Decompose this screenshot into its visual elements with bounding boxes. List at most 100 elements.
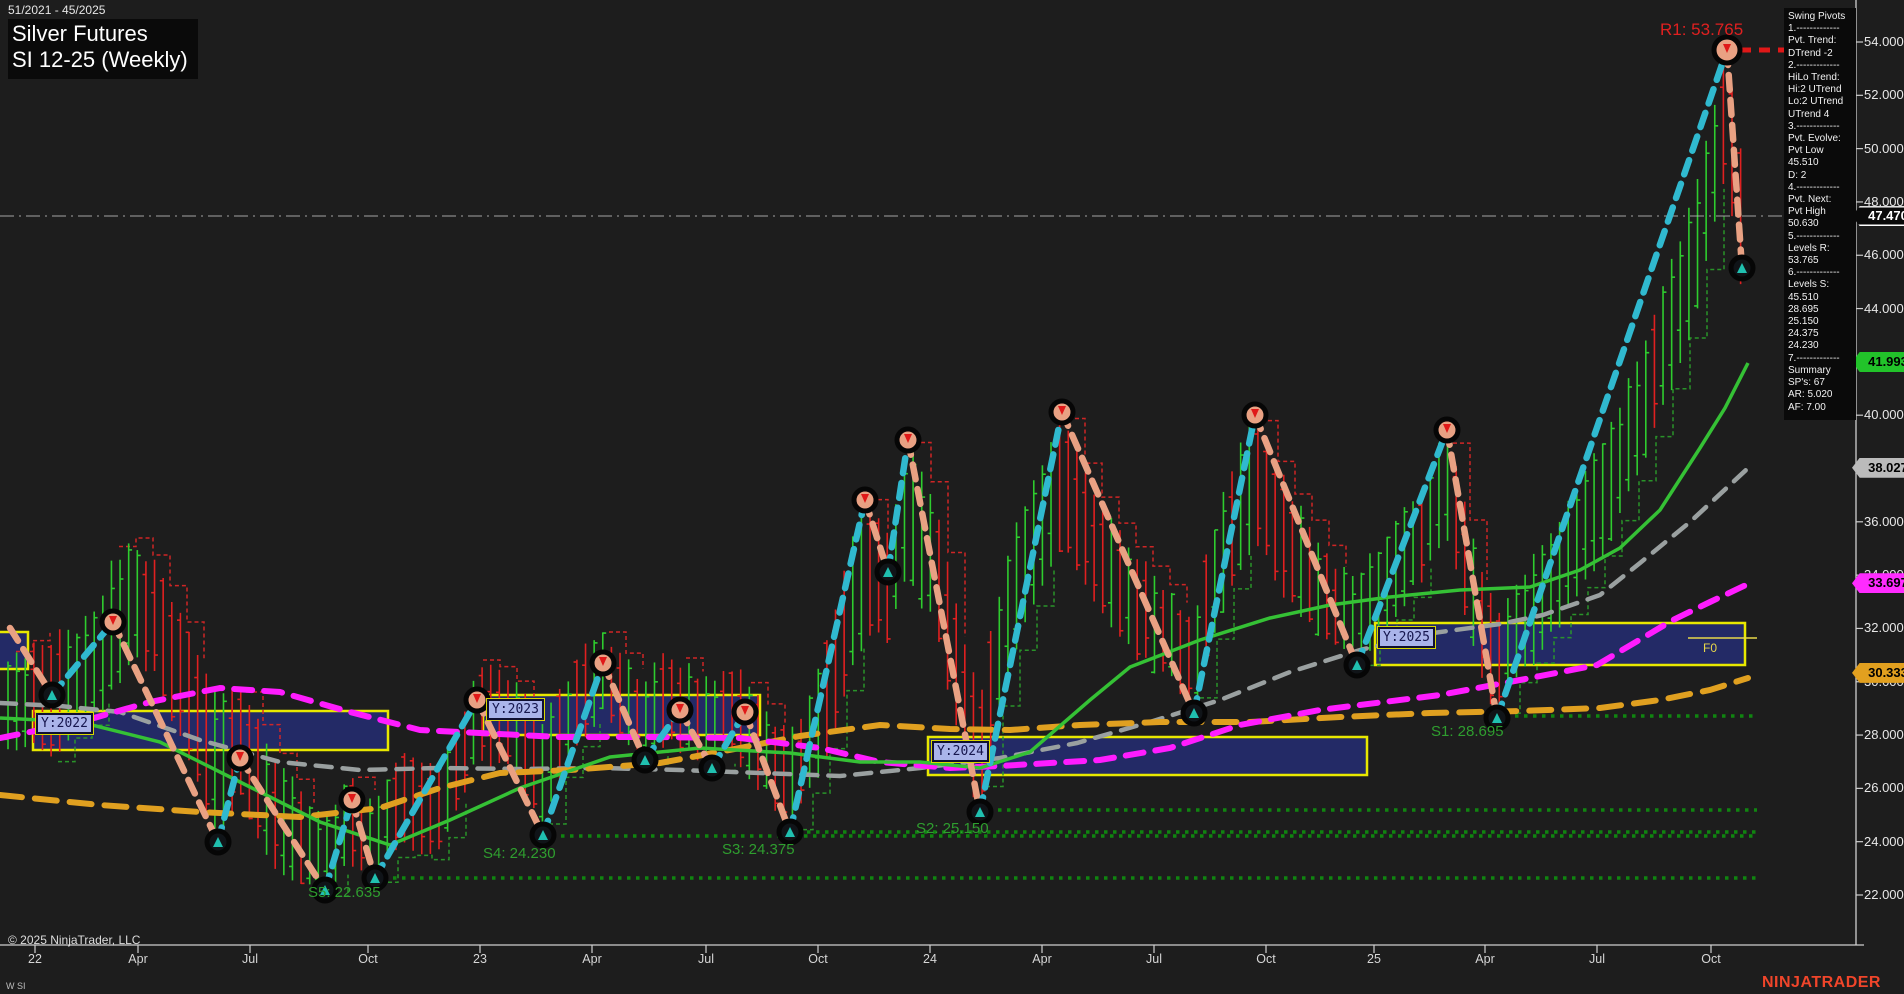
r1-resistance-label: R1: 53.765 bbox=[1660, 20, 1744, 39]
swing-leg-down bbox=[1723, 46, 1746, 272]
time-tick-label: Jul bbox=[242, 952, 258, 966]
swing-pivots-panel-line: HiLo Trend: bbox=[1788, 72, 1840, 84]
swing-pivots-panel-line: 25.150 bbox=[1788, 316, 1819, 328]
time-tick-label: 23 bbox=[473, 952, 487, 966]
stop-steps-up bbox=[796, 648, 865, 831]
instrument-name: Silver Futures bbox=[12, 21, 148, 46]
support-level-label: S1: 28.695 bbox=[1431, 723, 1504, 740]
swing-pivots-panel-line: Hi:2 UTrend bbox=[1788, 84, 1842, 96]
stop-steps-down bbox=[358, 776, 376, 790]
swing-pivots-panel-line: Pvt. Evolve: bbox=[1788, 133, 1841, 145]
swing-pivots-panel-line: Levels R: bbox=[1788, 242, 1830, 254]
time-tick-label: 24 bbox=[923, 952, 937, 966]
price-tick-label: 54.000 bbox=[1864, 34, 1904, 49]
swing-pivots-panel-line: 7.------------- bbox=[1788, 352, 1840, 364]
swing-pivots-panel-line: 45.510 bbox=[1788, 157, 1819, 169]
price-tick-label: 24.000 bbox=[1864, 833, 1904, 849]
swing-pivots-panel: Swing Pivots 1.------------- Pvt. Trend: DT… bbox=[1784, 8, 1856, 420]
swing-pivots-panel-line: 3.------------- bbox=[1788, 120, 1840, 132]
swing-pivots-panel-line: 6.------------- bbox=[1788, 267, 1840, 279]
copyright-text: © 2025 NinjaTrader, LLC bbox=[8, 933, 141, 947]
time-tick-label: 22 bbox=[28, 952, 42, 966]
swing-pivots-panel-line: Pvt Low bbox=[1788, 145, 1824, 157]
time-tick-label: Oct bbox=[808, 952, 828, 966]
swing-pivots-panel-line: D: 2 bbox=[1788, 169, 1807, 181]
time-tick-label: Oct bbox=[1701, 952, 1721, 966]
swing-pivots-panel-line: 2.------------- bbox=[1788, 59, 1840, 71]
swing-pivots-panel-line: Levels S: bbox=[1788, 279, 1830, 291]
year-box-label: Y:2022 bbox=[35, 712, 94, 735]
price-tick-label: 28.000 bbox=[1864, 727, 1904, 743]
swing-leg-up bbox=[371, 696, 481, 882]
ninjatrader-chart-window: 51/2021 - 45/2025 Silver Futures SI 12-2… bbox=[0, 0, 1904, 994]
support-level-label: S4: 24.230 bbox=[483, 845, 556, 862]
price-marker-tag: 38.027 bbox=[1852, 457, 1904, 478]
price-marker-tag: 41.993 bbox=[1852, 352, 1904, 373]
price-marker-tag: 30.333 bbox=[1852, 662, 1904, 683]
instrument-tag: W SI bbox=[6, 981, 26, 991]
time-tick-label: Jul bbox=[1589, 952, 1605, 966]
price-tick-label: 44.000 bbox=[1864, 300, 1904, 316]
swing-pivots-panel-line: DTrend -2 bbox=[1788, 47, 1833, 59]
support-level-label: S3: 24.375 bbox=[722, 841, 795, 858]
time-tick-label: Apr bbox=[582, 952, 602, 966]
price-tick-label: 26.000 bbox=[1864, 780, 1904, 796]
swing-leg-down bbox=[236, 754, 329, 894]
year-box-label: Y:2025 bbox=[1377, 626, 1436, 649]
swing-pivots-panel-line: Lo:2 UTrend bbox=[1788, 96, 1844, 108]
swing-leg-down bbox=[1443, 426, 1501, 722]
stop-steps-down bbox=[119, 537, 205, 659]
price-tick-label: 40.000 bbox=[1864, 407, 1904, 423]
price-tick-label: 22.000 bbox=[1864, 886, 1904, 902]
swing-pivots-panel-line: 24.375 bbox=[1788, 328, 1819, 340]
year-box-label: Y:2024 bbox=[931, 740, 990, 763]
swing-pivots-panel-line: Swing Pivots bbox=[1788, 11, 1846, 22]
price-marker-tag: 47.470 bbox=[1852, 206, 1904, 227]
swing-leg-up bbox=[48, 618, 117, 699]
swing-leg-down bbox=[1251, 411, 1361, 669]
time-tick-label: Jul bbox=[698, 952, 714, 966]
time-tick-label: Apr bbox=[1032, 952, 1052, 966]
swing-pivots-panel-line: 1.------------- bbox=[1788, 23, 1840, 35]
price-marker-tag: 33.697 bbox=[1852, 573, 1904, 594]
time-tick-label: Apr bbox=[128, 952, 148, 966]
swing-pivots-panel-line: AR: 5.020 bbox=[1788, 389, 1833, 401]
swing-pivots-panel-line: 45.510 bbox=[1788, 291, 1819, 303]
price-tick-label: 46.000 bbox=[1864, 247, 1904, 263]
support-level-label: S5: 22.635 bbox=[308, 884, 381, 901]
date-range-label: 51/2021 - 45/2025 bbox=[8, 3, 106, 17]
price-tick-label: 32.000 bbox=[1864, 620, 1904, 636]
time-tick-label: Oct bbox=[358, 952, 378, 966]
swing-pivots-panel-line: SP's: 67 bbox=[1788, 377, 1825, 389]
swing-pivots-panel-line: 53.765 bbox=[1788, 255, 1819, 267]
swing-pivots-panel-line: 28.695 bbox=[1788, 303, 1819, 315]
green-ma-line bbox=[0, 362, 1750, 847]
swing-pivots-panel-line: Pvt. Trend: bbox=[1788, 35, 1837, 47]
time-tick-label: Apr bbox=[1475, 952, 1495, 966]
f0-label: F0 bbox=[1703, 641, 1718, 655]
price-tick-label: 50.000 bbox=[1864, 140, 1904, 156]
time-tick-label: 25 bbox=[1367, 952, 1381, 966]
price-chart-canvas[interactable] bbox=[0, 0, 1904, 994]
price-tick-label: 36.000 bbox=[1864, 513, 1904, 529]
swing-leg-up bbox=[539, 659, 607, 839]
swing-pivots-panel-line: 5.------------- bbox=[1788, 230, 1840, 242]
swing-pivots-panel-line: 50.630 bbox=[1788, 218, 1819, 230]
instrument-title: Silver Futures SI 12-25 (Weekly) bbox=[8, 19, 198, 79]
swing-pivots-panel-line: 24.230 bbox=[1788, 340, 1819, 352]
swing-leg-up bbox=[1190, 411, 1259, 717]
swing-pivots-panel-line: Pvt High bbox=[1788, 206, 1826, 218]
swing-pivots-panel-line: UTrend 4 bbox=[1788, 108, 1830, 120]
support-level-label: S2: 25.150 bbox=[916, 820, 989, 837]
contract-period: SI 12-25 (Weekly) bbox=[12, 46, 188, 72]
stop-steps-down bbox=[1261, 419, 1347, 568]
swing-pivots-panel-line: AF: 7.00 bbox=[1788, 401, 1826, 413]
year-box-label: Y:2023 bbox=[486, 698, 545, 721]
ninjatrader-logo: NINJATRADER bbox=[1762, 974, 1881, 991]
swing-pivots-panel-line: Summary bbox=[1788, 364, 1831, 376]
swing-leg-up bbox=[1493, 46, 1731, 722]
price-tick-label: 52.000 bbox=[1864, 87, 1904, 103]
swing-pivots-panel-line: Pvt. Next: bbox=[1788, 194, 1832, 206]
time-tick-label: Jul bbox=[1146, 952, 1162, 966]
swing-pivots-panel-line: 4.------------- bbox=[1788, 181, 1840, 193]
